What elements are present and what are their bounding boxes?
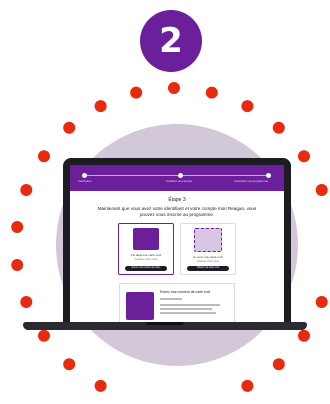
ring-dot [38, 329, 50, 342]
ring-dot [11, 221, 24, 233]
ring-dot [315, 184, 328, 196]
panel-title: Entrez mon numéro de carte moi! [160, 290, 211, 295]
step-title: Étape 3 [168, 197, 186, 203]
ring-dot [130, 86, 143, 99]
card-title: J'ai déjà une carte moi! [130, 253, 162, 258]
ring-dot [168, 82, 180, 94]
ring-dot [298, 150, 310, 163]
ring-dot [241, 100, 254, 113]
ring-dot [38, 150, 50, 163]
ring-dot [272, 358, 285, 371]
enter-card-number-button[interactable]: Entrer mon numéro de carte [125, 266, 167, 272]
ring-dot [20, 184, 33, 196]
progress-bar: Inscription Création du compte Inscripti… [70, 165, 284, 191]
ring-dot [272, 121, 285, 134]
card-subtitle: Obtenez votre carte [197, 260, 219, 264]
ring-dot [315, 296, 328, 308]
progress-label-3: Inscription au programme [234, 179, 269, 183]
card-icon [194, 228, 222, 253]
ring-dot [205, 86, 218, 99]
get-card-button[interactable]: Obtenir ma carte moi! [187, 266, 229, 272]
card-option-new[interactable]: Je veux une carte moi! Obtenez votre car… [180, 223, 236, 276]
card-subtitle: Associez votre carte [134, 258, 158, 262]
card-option-existing[interactable]: J'ai déjà une carte moi! Associez votre … [118, 223, 174, 276]
progress-step-1 [82, 173, 87, 178]
progress-step-3 [266, 173, 271, 178]
ring-dot [63, 121, 76, 134]
card-icon [126, 292, 154, 321]
card-number-panel: Entrez mon numéro de carte moi! [119, 283, 235, 322]
ring-dot [241, 379, 254, 392]
ring-dot [11, 259, 24, 271]
ring-dot [20, 296, 33, 308]
laptop-screen: Inscription Création du compte Inscripti… [70, 165, 284, 322]
ring-dot [63, 358, 76, 371]
progress-label-2: Création du compte [166, 179, 193, 183]
ring-dot [94, 379, 107, 392]
instruction-text: Maintenant que vous avez votre identifia… [97, 206, 257, 217]
progress-step-2 [178, 173, 183, 178]
card-icon [133, 228, 159, 251]
step-number: 2 [159, 21, 183, 61]
ring-dot [298, 329, 310, 342]
laptop-notch [146, 322, 184, 325]
card-title: Je veux une carte moi! [192, 255, 224, 260]
progress-label-1: Inscription [78, 179, 92, 183]
step-badge: 2 [140, 10, 202, 72]
ring-dot [94, 100, 107, 113]
